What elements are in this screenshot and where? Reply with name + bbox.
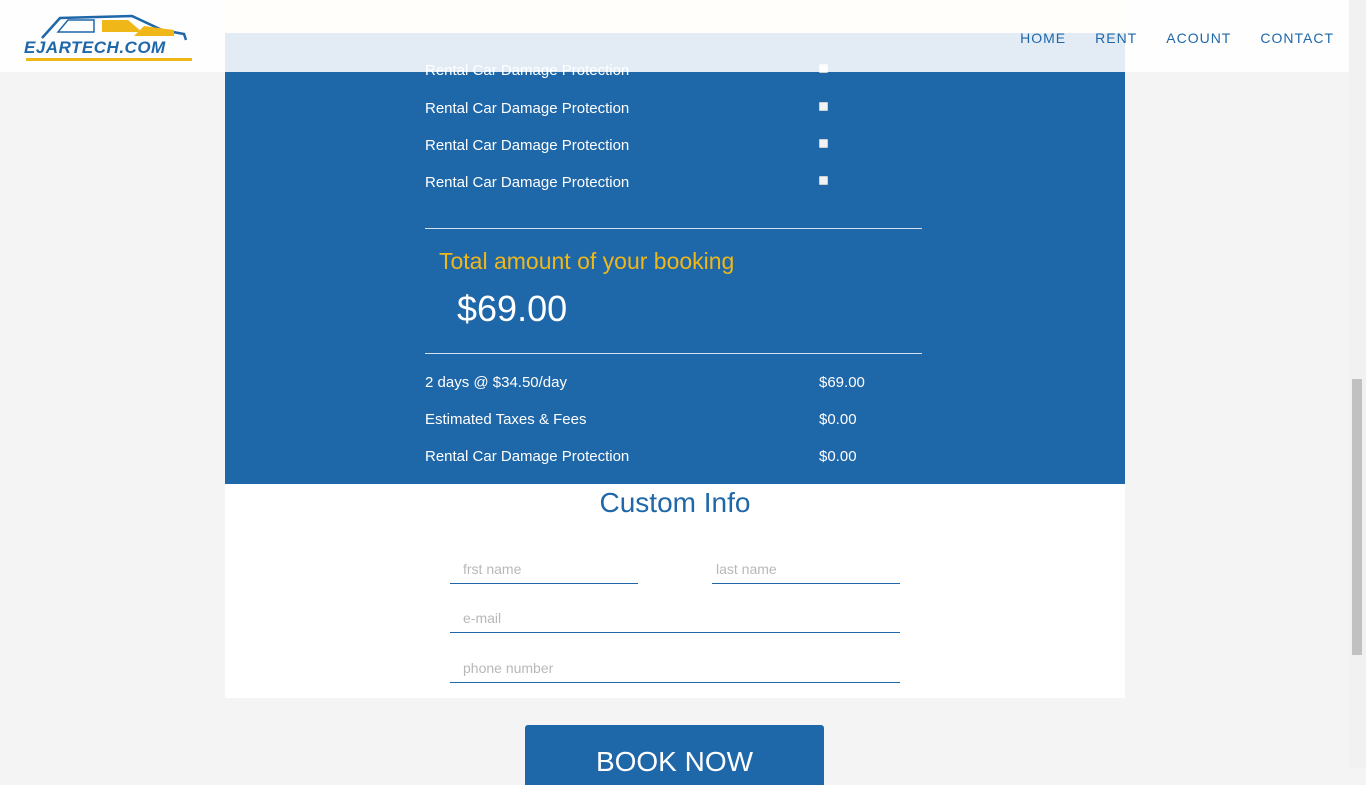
protection-checkbox[interactable]	[819, 139, 828, 148]
ejartech-logo[interactable]: EJARTECH.COM	[24, 14, 196, 62]
protection-option-label: Rental Car Damage Protection	[425, 100, 630, 117]
nav-rent[interactable]: RENT	[1095, 30, 1137, 46]
breakdown-label: Rental Car Damage Protection	[425, 448, 630, 465]
phone-input[interactable]	[450, 653, 900, 683]
site-header: EJARTECH.COM HOME RENT ACOUNT CONTACT	[0, 0, 1349, 72]
scrollbar-thumb[interactable]	[1352, 379, 1362, 655]
breakdown-label: Estimated Taxes & Fees	[425, 411, 587, 428]
custom-info-title: Custom Info	[599, 487, 751, 518]
last-name-input[interactable]	[712, 554, 900, 584]
email-input[interactable]	[450, 603, 900, 633]
nav-contact[interactable]: CONTACT	[1260, 30, 1334, 46]
breakdown-label: 2 days @ $34.50/day	[425, 374, 567, 391]
protection-checkbox[interactable]	[819, 102, 828, 111]
protection-checkbox[interactable]	[819, 176, 828, 185]
book-now-button[interactable]: BOOK NOW	[525, 725, 824, 785]
nav-home[interactable]: HOME	[1020, 30, 1066, 46]
protection-option-label: Rental Car Damage Protection	[425, 137, 630, 154]
protection-option-label: Rental Car Damage Protection	[425, 174, 630, 191]
logo-text: EJARTECH.COM	[24, 38, 166, 57]
breakdown-value: $0.00	[819, 448, 857, 465]
main-nav: HOME RENT ACOUNT CONTACT	[1020, 30, 1334, 46]
breakdown-value: $0.00	[819, 411, 857, 428]
divider	[425, 228, 922, 229]
breakdown-value: $69.00	[819, 374, 865, 391]
first-name-input[interactable]	[450, 554, 638, 584]
total-amount: $69.00	[457, 288, 568, 329]
divider	[425, 353, 922, 354]
nav-account[interactable]: ACOUNT	[1166, 30, 1231, 46]
total-title: Total amount of your booking	[439, 248, 735, 274]
